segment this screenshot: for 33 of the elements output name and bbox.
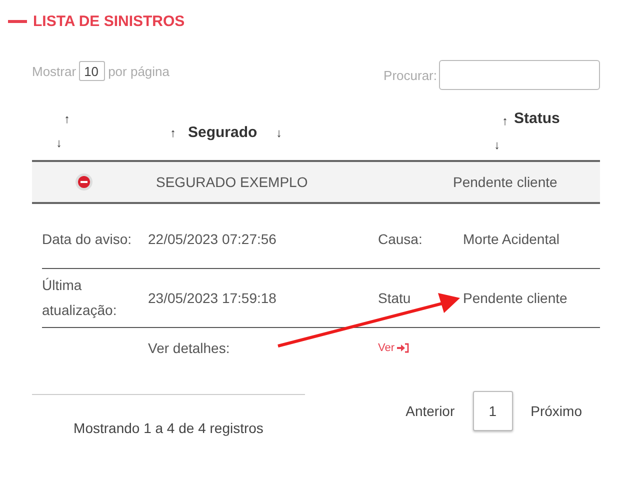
sort-up-icon[interactable]: ↑: [502, 114, 508, 128]
search-label: Procurar:: [384, 68, 437, 82]
detail-label: Última atualização:: [42, 276, 118, 320]
detail-label: Causa:: [378, 230, 424, 248]
sort-down-icon[interactable]: ↓: [56, 136, 62, 150]
column-header[interactable]: Segurado: [188, 124, 258, 141]
per-page-label: por página: [108, 64, 170, 78]
heading-dash: [8, 20, 27, 22]
view-link[interactable]: Ver: [378, 342, 463, 354]
sort-down-icon[interactable]: ↓: [276, 126, 282, 140]
sort-up-icon[interactable]: ↑: [170, 126, 176, 140]
detail-value: Morte Acidental: [463, 230, 560, 248]
page-button[interactable]: 1: [472, 391, 513, 431]
detail-value: 23/05/2023 17:59:18: [148, 288, 278, 308]
detail-label: Data do aviso:: [42, 230, 132, 248]
page-size-field[interactable]: 10: [79, 61, 106, 81]
table-cell-text: Pendente cliente: [452, 174, 558, 190]
sign-in-icon: [396, 343, 409, 353]
detail-value: Pendente cliente: [463, 288, 568, 308]
sort-up-icon[interactable]: ↑: [64, 112, 70, 126]
table-cell-text: SEGURADO EXEMPLO: [155, 174, 309, 190]
detail-label: Ver detalhes:: [148, 340, 231, 356]
collapse-icon[interactable]: [74, 173, 92, 191]
section-title: LISTA DE SINISTROS: [33, 12, 185, 30]
column-header[interactable]: Status: [514, 110, 560, 127]
detail-label: Statu: [378, 288, 412, 308]
previous-button[interactable]: Anterior: [406, 403, 455, 419]
sort-down-icon[interactable]: ↓: [494, 138, 500, 152]
table-info: Mostrando 1 a 4 de 4 registros: [32, 394, 305, 436]
detail-value: 22/05/2023 07:27:56: [148, 230, 278, 248]
show-label: Mostrar: [32, 64, 76, 78]
search-field[interactable]: [439, 60, 600, 90]
next-button[interactable]: Próximo: [530, 403, 582, 419]
